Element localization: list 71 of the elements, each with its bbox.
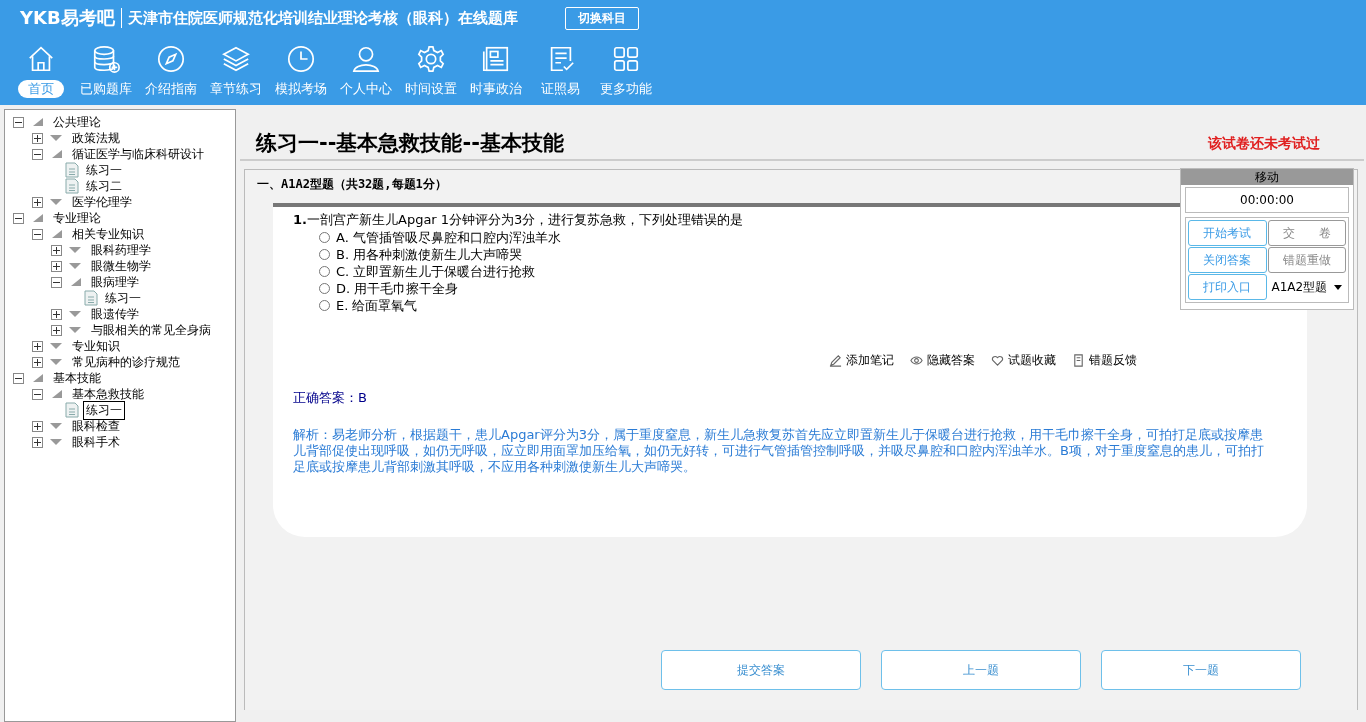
paper-title: 练习一--基本急救技能--基本技能 — [256, 130, 564, 157]
book-icon[interactable] — [1072, 354, 1085, 367]
expander-icon[interactable] — [32, 388, 43, 400]
analysis-text: 解析：易老师分析，根据题干，患儿Apgar评分为3分，属于重度窒息，新生儿急救复苏首先应立即置新生儿于保暖台进行抢救，用干毛巾擦干全身，可拍打足底或按摩患儿背部促使出现呼吸，如仍无呼吸，应立即用面罩加压给氧，如仍无好转，可进行气管插管控制呼吸，并吸尽鼻腔和口腔内浑浊羊水。B项，对于重度窒息的患儿，可拍打足底或按摩患儿背部刺激其呼吸，不应用各种刺激使新生儿大声啼哭。 — [293, 427, 1265, 475]
expander-icon[interactable] — [13, 116, 24, 128]
gear-icon[interactable] — [415, 44, 446, 74]
correct-answer: 正确答案：B — [293, 389, 368, 407]
radio-button[interactable] — [319, 232, 330, 243]
expander-icon[interactable] — [51, 260, 62, 272]
expander-icon[interactable] — [51, 324, 62, 336]
down-triangle-icon — [68, 309, 82, 319]
expander-icon[interactable] — [32, 228, 43, 240]
expander-icon[interactable] — [32, 340, 43, 352]
option-label[interactable]: E. 给面罩氧气 — [336, 296, 418, 315]
down-triangle-icon — [49, 197, 63, 207]
option-label[interactable]: C. 立即置新生儿于保暖台进行抢救 — [336, 262, 536, 281]
clock-icon[interactable] — [285, 44, 316, 74]
down-triangle-icon — [68, 245, 82, 255]
expander-icon[interactable] — [51, 276, 62, 288]
panel-title[interactable]: 移动 — [1181, 169, 1353, 185]
timer: 00:00:00 — [1185, 187, 1349, 213]
expander-icon[interactable] — [51, 244, 62, 256]
down-triangle-icon — [49, 133, 63, 143]
nav-button[interactable]: 下一题 — [1101, 650, 1301, 690]
document-icon — [65, 178, 79, 194]
radio-button[interactable] — [319, 266, 330, 277]
expander-icon[interactable] — [13, 372, 24, 384]
expander-icon[interactable] — [32, 436, 43, 448]
option-label[interactable]: D. 用干毛巾擦干全身 — [336, 279, 459, 298]
option-label[interactable]: A. 气管插管吸尽鼻腔和口腔内浑浊羊水 — [336, 228, 561, 247]
expander-icon[interactable] — [32, 356, 43, 368]
logo: YKB易考吧 — [20, 6, 115, 30]
expander-icon[interactable] — [32, 132, 43, 144]
down-triangle-icon — [68, 325, 82, 335]
expander-icon[interactable] — [32, 420, 43, 432]
question-action-link[interactable]: 隐藏答案 — [927, 352, 975, 369]
down-triangle-icon — [49, 437, 63, 447]
section-heading: 一、A1A2型题（共32题,每题1分） — [256, 176, 448, 193]
radio-button[interactable] — [319, 300, 330, 311]
expander-icon[interactable] — [32, 148, 43, 160]
expander-icon[interactable] — [51, 308, 62, 320]
user-icon[interactable] — [350, 44, 381, 74]
layers-icon[interactable] — [220, 44, 251, 74]
question-action-link[interactable]: 试题收藏 — [1008, 352, 1056, 369]
caret-icon — [1334, 284, 1342, 290]
document-icon — [84, 290, 98, 306]
tree-item[interactable]: 练习一 — [83, 400, 125, 420]
question-action-link[interactable]: 错题反馈 — [1089, 352, 1137, 369]
document-icon — [65, 162, 79, 178]
eye-icon[interactable] — [910, 354, 923, 367]
question-text: 1.一剖宫产新生儿Apgar 1分钟评分为3分，进行复苏急救，下列处理错误的是 — [293, 211, 744, 229]
down-triangle-icon — [49, 341, 63, 351]
question-action-link[interactable]: 添加笔记 — [846, 352, 894, 369]
radio-button[interactable] — [319, 283, 330, 294]
type-dropdown[interactable]: A1A2型题 — [1267, 274, 1346, 300]
nav-button[interactable]: 上一题 — [881, 650, 1081, 690]
down-triangle-icon — [49, 421, 63, 431]
heart-icon[interactable] — [991, 354, 1004, 367]
news-icon[interactable] — [480, 44, 511, 74]
app-title: 天津市住院医师规范化培训结业理论考核（眼科）在线题库 — [127, 8, 518, 28]
pencil-icon[interactable] — [829, 354, 842, 367]
document-icon — [65, 402, 79, 418]
nav-button[interactable]: 提交答案 — [661, 650, 861, 690]
expander-icon[interactable] — [32, 196, 43, 208]
radio-button[interactable] — [319, 249, 330, 260]
paper-status: 该试卷还未考试过 — [1208, 135, 1320, 153]
compass-icon[interactable] — [155, 44, 186, 74]
down-triangle-icon — [49, 357, 63, 367]
down-triangle-icon — [68, 261, 82, 271]
option-label[interactable]: B. 用各种刺激使新生儿大声啼哭 — [336, 245, 523, 264]
expander-icon[interactable] — [13, 212, 24, 224]
